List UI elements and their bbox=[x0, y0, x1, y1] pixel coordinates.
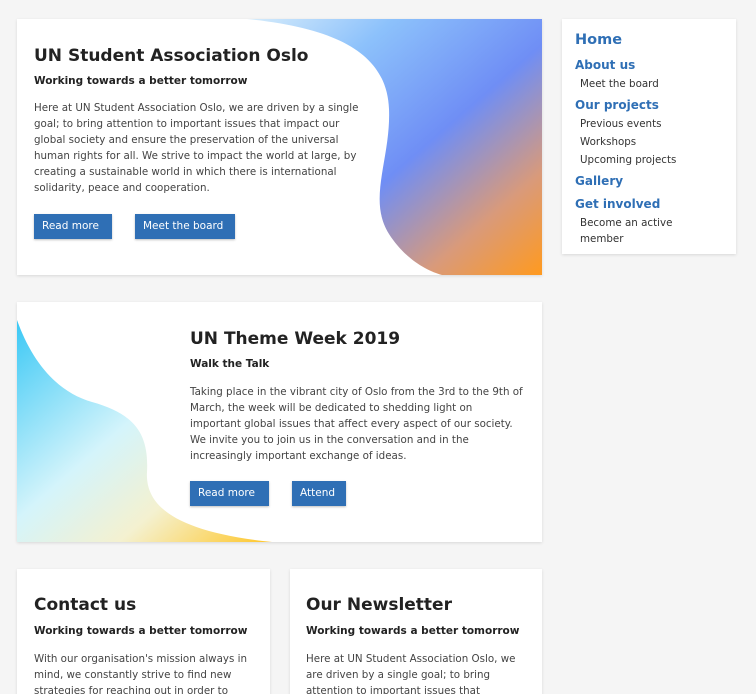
newsletter-title: Our Newsletter bbox=[306, 595, 452, 615]
contact-card: Contact us Working towards a better tomo… bbox=[17, 569, 270, 694]
theme-week-body: Taking place in the vibrant city of Oslo… bbox=[190, 386, 523, 462]
sidebar-item-projects[interactable]: Our projects bbox=[575, 98, 659, 112]
hero-meet-board-button[interactable]: Meet the board bbox=[135, 214, 235, 239]
hero-title: UN Student Association Oslo bbox=[34, 46, 309, 66]
sidebar-item-gallery[interactable]: Gallery bbox=[575, 174, 623, 188]
newsletter-body: Here at UN Student Association Oslo, we … bbox=[306, 653, 516, 694]
contact-subtitle: Working towards a better tomorrow bbox=[34, 625, 248, 637]
sidebar-item-previous-events[interactable]: Previous events bbox=[580, 116, 661, 132]
sidebar-item-meet-board[interactable]: Meet the board bbox=[580, 76, 659, 92]
sidebar-item-about[interactable]: About us bbox=[575, 58, 635, 72]
sidebar-nav: Home About us Meet the board Our project… bbox=[562, 19, 736, 254]
sidebar-item-get-involved[interactable]: Get involved bbox=[575, 197, 660, 211]
sidebar-item-become-member[interactable]: Become an active member bbox=[580, 215, 700, 247]
theme-week-card: UN Theme Week 2019 Walk the Talk Taking … bbox=[17, 302, 542, 542]
hero-card: UN Student Association Oslo Working towa… bbox=[17, 19, 542, 275]
newsletter-card: Our Newsletter Working towards a better … bbox=[290, 569, 542, 694]
theme-week-read-more-button[interactable]: Read more bbox=[190, 481, 269, 506]
sidebar-item-upcoming-projects[interactable]: Upcoming projects bbox=[580, 152, 676, 168]
hero-read-more-button[interactable]: Read more bbox=[34, 214, 112, 239]
sidebar-item-home[interactable]: Home bbox=[575, 32, 622, 48]
contact-title: Contact us bbox=[34, 595, 137, 615]
theme-week-title: UN Theme Week 2019 bbox=[190, 329, 401, 349]
theme-week-subtitle: Walk the Talk bbox=[190, 358, 270, 370]
newsletter-subtitle: Working towards a better tomorrow bbox=[306, 625, 520, 637]
contact-body: With our organisation's mission always i… bbox=[34, 653, 248, 694]
hero-body: Here at UN Student Association Oslo, we … bbox=[34, 102, 359, 194]
sidebar-item-workshops[interactable]: Workshops bbox=[580, 134, 636, 150]
theme-week-attend-button[interactable]: Attend bbox=[292, 481, 346, 506]
hero-subtitle: Working towards a better tomorrow bbox=[34, 75, 248, 87]
